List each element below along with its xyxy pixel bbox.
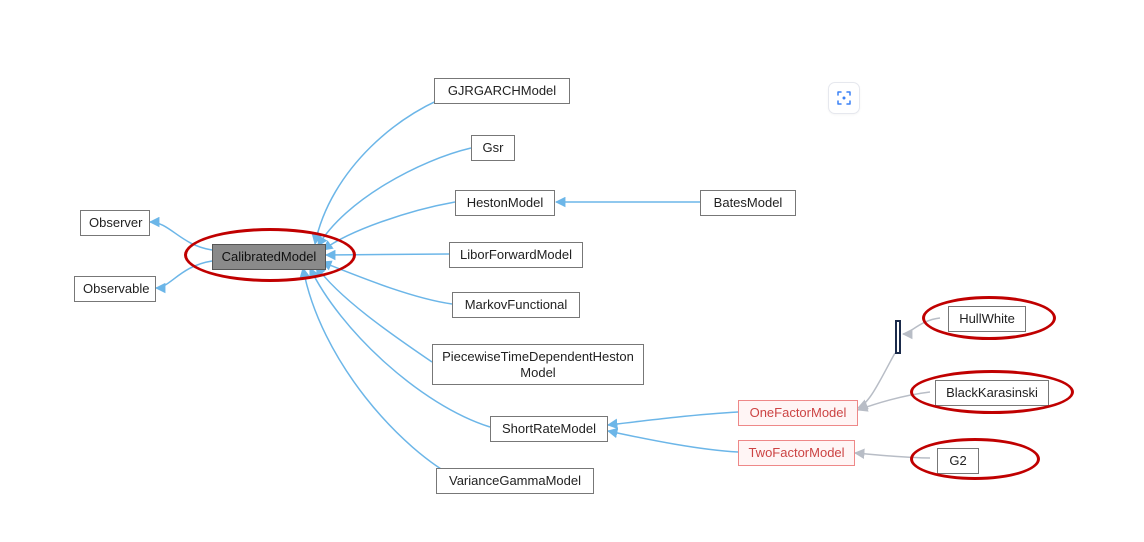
node-observer[interactable]: Observer [80, 210, 150, 236]
node-variance-gamma[interactable]: VarianceGammaModel [436, 468, 594, 494]
diagram-canvas: Observer Observable CalibratedModel GJRG… [0, 0, 1144, 542]
node-g2[interactable]: G2 [937, 448, 979, 474]
node-gsr[interactable]: Gsr [471, 135, 515, 161]
node-shortrate[interactable]: ShortRateModel [490, 416, 608, 442]
node-observable[interactable]: Observable [74, 276, 156, 302]
node-heston[interactable]: HestonModel [455, 190, 555, 216]
node-two-factor[interactable]: TwoFactorModel [738, 440, 855, 466]
node-ptdh[interactable]: PiecewiseTimeDependentHestonModel [432, 344, 644, 385]
node-markov[interactable]: MarkovFunctional [452, 292, 580, 318]
node-black-karasinski[interactable]: BlackKarasinski [935, 380, 1049, 406]
focus-button[interactable] [828, 82, 860, 114]
node-calibrated-model[interactable]: CalibratedModel [212, 244, 326, 270]
node-hullwhite[interactable]: HullWhite [948, 306, 1026, 332]
focus-icon [835, 89, 853, 107]
node-bates[interactable]: BatesModel [700, 190, 796, 216]
node-libor[interactable]: LiborForwardModel [449, 242, 583, 268]
node-gjrgarch[interactable]: GJRGARCHModel [434, 78, 570, 104]
inheritance-bar [895, 320, 901, 354]
node-one-factor[interactable]: OneFactorModel [738, 400, 858, 426]
